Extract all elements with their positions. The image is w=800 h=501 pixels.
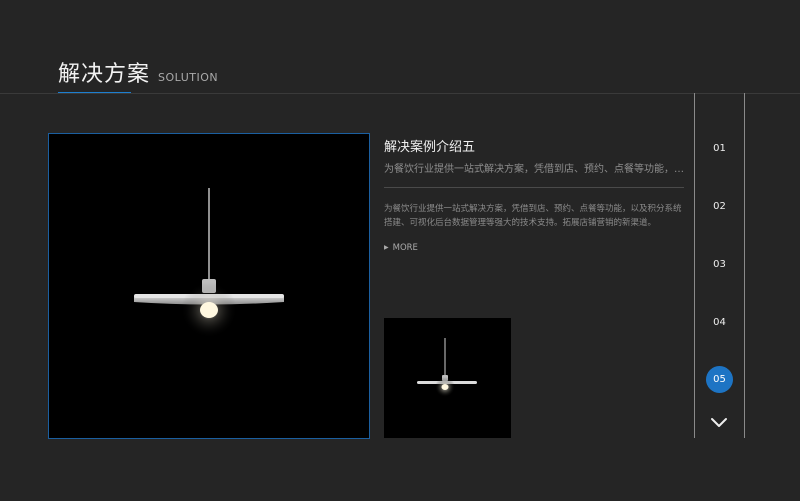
triangle-right-icon: ▶ [384, 244, 389, 251]
section-subtitle: SOLUTION [158, 71, 219, 84]
pager-item[interactable]: 04 [706, 309, 733, 336]
content-divider [384, 187, 684, 188]
pager-item-active[interactable]: 05 [706, 366, 733, 393]
more-link[interactable]: ▶ MORE [384, 243, 418, 253]
pendant-lamp-image [49, 134, 369, 438]
pager-item[interactable]: 03 [706, 251, 733, 278]
pager-item[interactable]: 01 [706, 135, 733, 162]
pager-item[interactable]: 02 [706, 193, 733, 220]
case-title: 解决案例介绍五 [384, 140, 476, 155]
pager-left-rule [694, 93, 695, 438]
pendant-lamp-thumbnail [384, 318, 511, 438]
header-divider [0, 93, 800, 94]
more-label: MORE [392, 243, 418, 253]
case-summary: 为餐饮行业提供一站式解决方案，凭借到店、预约、点餐等功能，以及积分系统搭建… [384, 164, 684, 175]
solution-section: 解决方案 SOLUTION 解决案例介绍五 为餐饮行业提供一站式解决方案，凭借到… [0, 0, 800, 501]
case-thumbnail[interactable] [384, 318, 511, 438]
pager-right-rule [744, 93, 745, 438]
chevron-down-icon[interactable] [709, 414, 729, 430]
section-header: 解决方案 SOLUTION [58, 56, 218, 88]
case-description: 为餐饮行业提供一站式解决方案，凭借到店、预约、点餐等功能，以及积分系统搭建、可视… [384, 204, 682, 228]
section-title: 解决方案 [58, 62, 151, 87]
main-case-image[interactable] [48, 133, 370, 439]
